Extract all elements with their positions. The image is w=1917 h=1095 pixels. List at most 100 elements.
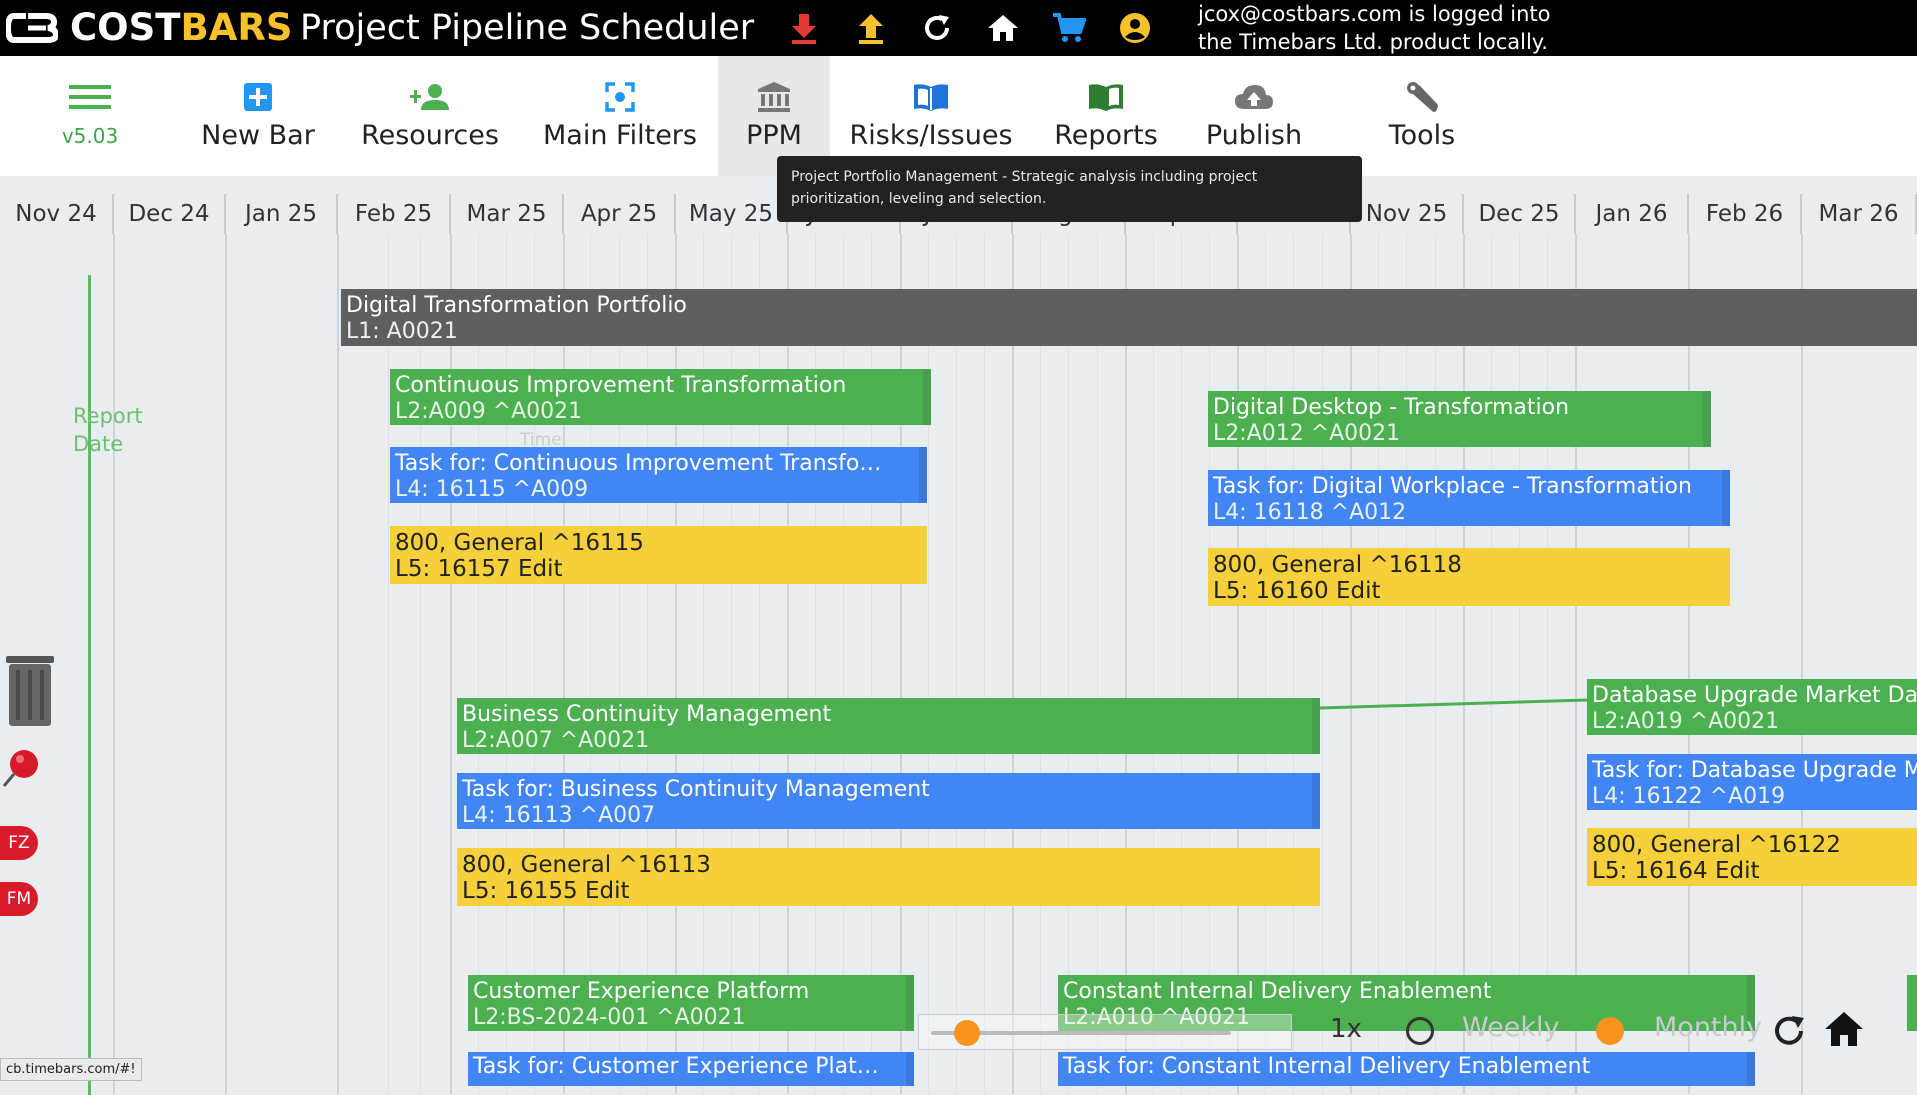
- costbars-logo-icon: [6, 13, 58, 43]
- new-bar-button[interactable]: New Bar: [198, 56, 318, 176]
- bar-subtitle: L2:A019 ^A0021: [1592, 709, 1780, 734]
- bar-title: 800, General ^16118: [1213, 552, 1462, 578]
- task-bar[interactable]: Task for: Digital Workplace - Transforma…: [1208, 470, 1730, 526]
- bar-subtitle: L2:A007 ^A0021: [462, 728, 650, 753]
- account-icon[interactable]: [1117, 10, 1153, 46]
- bar-subtitle: L1: A0021: [346, 319, 458, 344]
- sub-grid-line: [1491, 234, 1492, 1094]
- sub-grid-line: [1547, 234, 1548, 1094]
- bar-title: Constant Internal Delivery Enablement: [1063, 979, 1492, 1004]
- cart-icon[interactable]: [1051, 10, 1087, 46]
- sub-grid-line: [1209, 234, 1210, 1094]
- reset-icon[interactable]: [1770, 1012, 1808, 1050]
- bar-subtitle: L5: 16157 Edit: [395, 556, 563, 582]
- project-bar[interactable]: Customer Experience Platform L2:BS-2024-…: [468, 975, 914, 1031]
- monthly-label: Monthly: [1654, 1012, 1763, 1043]
- zoom-slider[interactable]: [918, 1014, 1292, 1050]
- speed-label[interactable]: 1x: [1330, 1014, 1362, 1044]
- center-focus-icon: [605, 80, 635, 114]
- home-view-icon[interactable]: [1824, 1010, 1863, 1048]
- login-line-2: the Timebars Ltd. product locally.: [1198, 30, 1548, 54]
- hamburger-menu-icon: [69, 80, 111, 114]
- resource-bar[interactable]: 800, General ^16122 L5: 16164 Edit: [1587, 828, 1917, 886]
- brand-cost: COST: [70, 6, 181, 49]
- main-filters-button[interactable]: Main Filters: [540, 56, 700, 176]
- sub-grid-line: [647, 234, 648, 1094]
- sub-grid-line: [731, 234, 732, 1094]
- sub-grid-line: [1153, 234, 1154, 1094]
- bar-title: Business Continuity Management: [462, 702, 832, 727]
- bank-icon: [757, 80, 791, 114]
- bar-title: Continuous Improvement Transformation: [395, 373, 847, 398]
- add-box-icon: [243, 80, 273, 114]
- home-icon[interactable]: [985, 10, 1021, 46]
- book-icon: [1087, 80, 1125, 114]
- tools-label: Tools: [1388, 120, 1456, 151]
- tools-button[interactable]: Tools: [1372, 56, 1472, 176]
- sub-grid-line: [619, 234, 620, 1094]
- wrench-icon: [1405, 80, 1439, 114]
- freeze-tag-button[interactable]: FZ: [0, 826, 38, 860]
- resources-label: Resources: [361, 120, 499, 151]
- refresh-icon[interactable]: [919, 10, 955, 46]
- sub-grid-line: [1265, 234, 1266, 1094]
- reports-label: Reports: [1054, 120, 1158, 151]
- sub-grid-line: [928, 234, 929, 1094]
- sub-grid-line: [1378, 234, 1379, 1094]
- sub-grid-line: [956, 234, 957, 1094]
- bar-title: Task for: Customer Experience Plat…: [473, 1054, 879, 1079]
- project-bar[interactable]: Digital Desktop - Transformation L2:A012…: [1208, 391, 1711, 447]
- sub-grid-line: [388, 234, 389, 1094]
- month-header: Apr 25: [564, 194, 676, 234]
- sub-grid-line: [590, 234, 591, 1094]
- sub-grid-line: [1293, 234, 1294, 1094]
- login-line-1: jcox@costbars.com is logged into: [1198, 2, 1551, 26]
- bar-subtitle: L4: 16122 ^A019: [1592, 784, 1786, 809]
- bar-title: 800, General ^16122: [1592, 832, 1841, 858]
- grid-line: [450, 234, 452, 1094]
- slider-knob[interactable]: [954, 1020, 980, 1046]
- sub-grid-line: [1406, 234, 1407, 1094]
- trash-icon[interactable]: [5, 654, 55, 726]
- bar-title: Task for: Digital Workplace - Transforma…: [1213, 474, 1692, 499]
- sub-grid-line: [843, 234, 844, 1094]
- sub-grid-line: [1097, 234, 1098, 1094]
- task-bar[interactable]: Task for: Database Upgrade M L4: 16122 ^…: [1587, 754, 1917, 810]
- project-bar[interactable]: Business Continuity Management L2:A007 ^…: [457, 698, 1320, 754]
- portfolio-bar[interactable]: Digital Transformation Portfolio L1: A00…: [341, 289, 1917, 346]
- resource-bar[interactable]: 800, General ^16118 L5: 16160 Edit: [1208, 548, 1730, 606]
- project-bar[interactable]: [1907, 975, 1917, 1031]
- resource-bar[interactable]: 800, General ^16113 L5: 16155 Edit: [457, 848, 1320, 906]
- bar-subtitle: L2:A012 ^A0021: [1213, 421, 1401, 446]
- month-header: Dec 24: [114, 194, 226, 234]
- download-icon[interactable]: [786, 10, 822, 46]
- task-bar[interactable]: Task for: Continuous Improvement Transfo…: [390, 447, 927, 503]
- pushpin-icon[interactable]: [0, 746, 44, 790]
- app-title: Project Pipeline Scheduler: [300, 8, 755, 48]
- menu-button[interactable]: v5.03: [40, 56, 140, 176]
- fm-tag-button[interactable]: FM: [0, 882, 38, 916]
- bar-subtitle: L5: 16160 Edit: [1213, 578, 1381, 604]
- project-bar[interactable]: Database Upgrade Market Dat L2:A019 ^A00…: [1587, 679, 1917, 735]
- sub-grid-line: [506, 234, 507, 1094]
- sub-grid-line: [984, 234, 985, 1094]
- resources-button[interactable]: Resources: [361, 56, 499, 176]
- monthly-radio[interactable]: [1596, 1017, 1624, 1045]
- sub-grid-line: [871, 234, 872, 1094]
- task-bar[interactable]: Task for: Constant Internal Delivery Ena…: [1058, 1052, 1755, 1086]
- sub-grid-line: [815, 234, 816, 1094]
- gantt-timeline[interactable]: Nov 24 Dec 24 Jan 25 Feb 25 Mar 25 Apr 2…: [0, 176, 1917, 1095]
- project-bar[interactable]: Continuous Improvement Transformation L2…: [390, 369, 931, 425]
- grid-line: [113, 234, 115, 1094]
- brand-name: COSTBARS: [70, 8, 292, 48]
- task-bar[interactable]: Task for: Customer Experience Plat…: [468, 1052, 914, 1086]
- weekly-radio[interactable]: [1406, 1017, 1434, 1045]
- resource-bar[interactable]: 800, General ^16115 L5: 16157 Edit: [390, 526, 927, 584]
- sub-grid-line: [534, 234, 535, 1094]
- sub-grid-line: [1322, 234, 1323, 1094]
- report-date-line: [88, 275, 91, 1095]
- report-date-label: Report Date: [73, 404, 143, 456]
- top-header: COSTBARS Project Pipeline Scheduler jcox…: [0, 0, 1917, 56]
- task-bar[interactable]: Task for: Business Continuity Management…: [457, 773, 1320, 829]
- upload-icon[interactable]: [853, 10, 889, 46]
